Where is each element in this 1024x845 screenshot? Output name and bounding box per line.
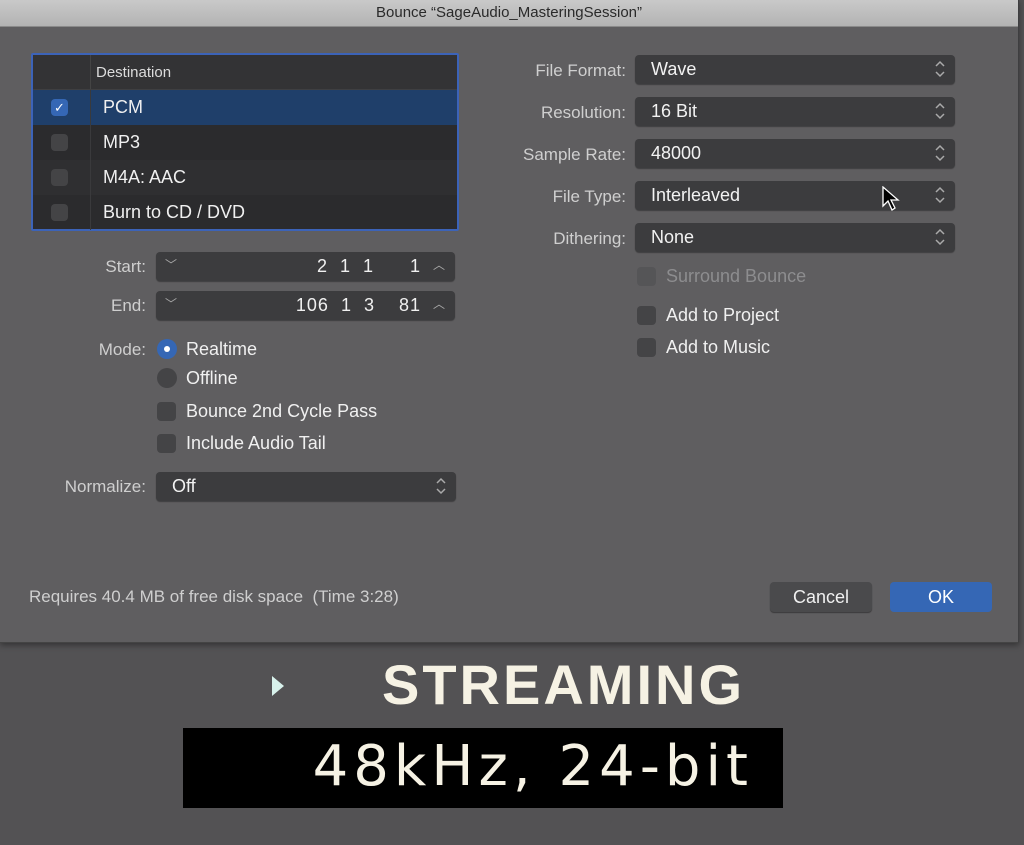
file-format-label: File Format: (535, 61, 626, 80)
up-down-chevron-icon (935, 144, 945, 162)
decrement-icon[interactable]: ﹀ (165, 295, 177, 312)
add-to-project-label[interactable]: Add to Project (666, 305, 779, 326)
cancel-button[interactable]: Cancel (770, 582, 872, 612)
file-format-popup[interactable]: Wave (635, 55, 955, 84)
destination-header: Destination (33, 55, 457, 90)
offline-radio[interactable] (157, 368, 177, 388)
add-to-project-checkbox[interactable] (637, 306, 656, 325)
destination-row-m4a[interactable]: M4A: AAC (33, 160, 457, 195)
add-to-music-checkbox[interactable] (637, 338, 656, 357)
up-down-chevron-icon (935, 102, 945, 120)
destination-label: PCM (103, 97, 143, 117)
mouse-pointer-icon (882, 186, 900, 211)
increment-icon[interactable]: ︿ (433, 256, 445, 273)
m4a-checkbox[interactable] (51, 169, 68, 186)
bounce-2nd-cycle-label[interactable]: Bounce 2nd Cycle Pass (186, 401, 377, 422)
destination-label: MP3 (103, 132, 141, 152)
decrement-icon[interactable]: ﹀ (165, 256, 177, 273)
include-audio-tail-label[interactable]: Include Audio Tail (186, 433, 326, 454)
include-audio-tail-checkbox[interactable] (157, 434, 176, 453)
increment-icon[interactable]: ︿ (433, 295, 445, 312)
start-position-field[interactable]: ﹀ 2 1 1 1 ︿ (156, 252, 455, 281)
end-value[interactable]: 106 1 3 81 (296, 295, 421, 316)
start-value[interactable]: 2 1 1 1 (317, 256, 421, 277)
end-position-field[interactable]: ﹀ 106 1 3 81 ︿ (156, 291, 455, 320)
dithering-label: Dithering: (553, 229, 626, 248)
destination-row-burn[interactable]: Burn to CD / DVD (33, 195, 457, 230)
destination-row-mp3[interactable]: MP3 (33, 125, 457, 160)
burn-checkbox[interactable] (51, 204, 68, 221)
up-down-chevron-icon (935, 186, 945, 204)
dithering-value: None (651, 227, 695, 247)
streaming-spec-text: 48kHz, 24-bit (312, 734, 753, 799)
destination-column-header: Destination (96, 64, 172, 81)
surround-bounce-label: Surround Bounce (666, 266, 807, 286)
up-down-chevron-icon (935, 228, 945, 246)
file-type-value: Interleaved (651, 185, 741, 205)
up-down-chevron-icon (436, 477, 446, 495)
disk-space-status: Requires 40.4 MB of free disk space (Tim… (29, 587, 399, 606)
resolution-value: 16 Bit (651, 101, 698, 121)
sample-rate-value: 48000 (651, 143, 702, 163)
normalize-popup[interactable]: Off (156, 472, 456, 501)
dithering-popup[interactable]: None (635, 223, 955, 252)
surround-bounce-checkbox (637, 267, 656, 286)
destination-label: M4A: AAC (103, 167, 187, 187)
window-title: Bounce “SageAudio_MasteringSession” (0, 0, 1018, 27)
file-type-popup[interactable]: Interleaved (635, 181, 955, 210)
realtime-label[interactable]: Realtime (186, 339, 257, 360)
bounce-dialog: Bounce “SageAudio_MasteringSession” Dest… (0, 0, 1019, 643)
resolution-label: Resolution: (540, 103, 626, 122)
streaming-title: STREAMING (382, 653, 745, 716)
pcm-checkbox[interactable]: ✓ (51, 99, 68, 116)
destination-label: Burn to CD / DVD (103, 202, 246, 222)
ok-button[interactable]: OK (890, 582, 992, 612)
offline-label[interactable]: Offline (186, 368, 238, 389)
end-label: End: (111, 296, 146, 315)
sample-rate-label: Sample Rate: (523, 145, 626, 164)
normalize-label: Normalize: (64, 477, 146, 496)
streaming-spec-banner: 48kHz, 24-bit (183, 728, 783, 808)
file-type-label: File Type: (552, 187, 626, 206)
destination-row-pcm[interactable]: ✓ PCM (33, 90, 457, 125)
play-triangle-icon (272, 676, 284, 696)
resolution-popup[interactable]: 16 Bit (635, 97, 955, 126)
mp3-checkbox[interactable] (51, 134, 68, 151)
destination-table: Destination ✓ PCM MP3 M4A: AAC Burn to C… (31, 53, 459, 231)
sample-rate-popup[interactable]: 48000 (635, 139, 955, 168)
start-label: Start: (105, 257, 146, 276)
file-format-value: Wave (651, 59, 697, 79)
normalize-value: Off (172, 476, 196, 496)
up-down-chevron-icon (935, 60, 945, 78)
realtime-radio[interactable] (157, 339, 177, 359)
mode-label: Mode: (98, 340, 146, 359)
add-to-music-label[interactable]: Add to Music (666, 337, 770, 358)
bounce-2nd-cycle-checkbox[interactable] (157, 402, 176, 421)
